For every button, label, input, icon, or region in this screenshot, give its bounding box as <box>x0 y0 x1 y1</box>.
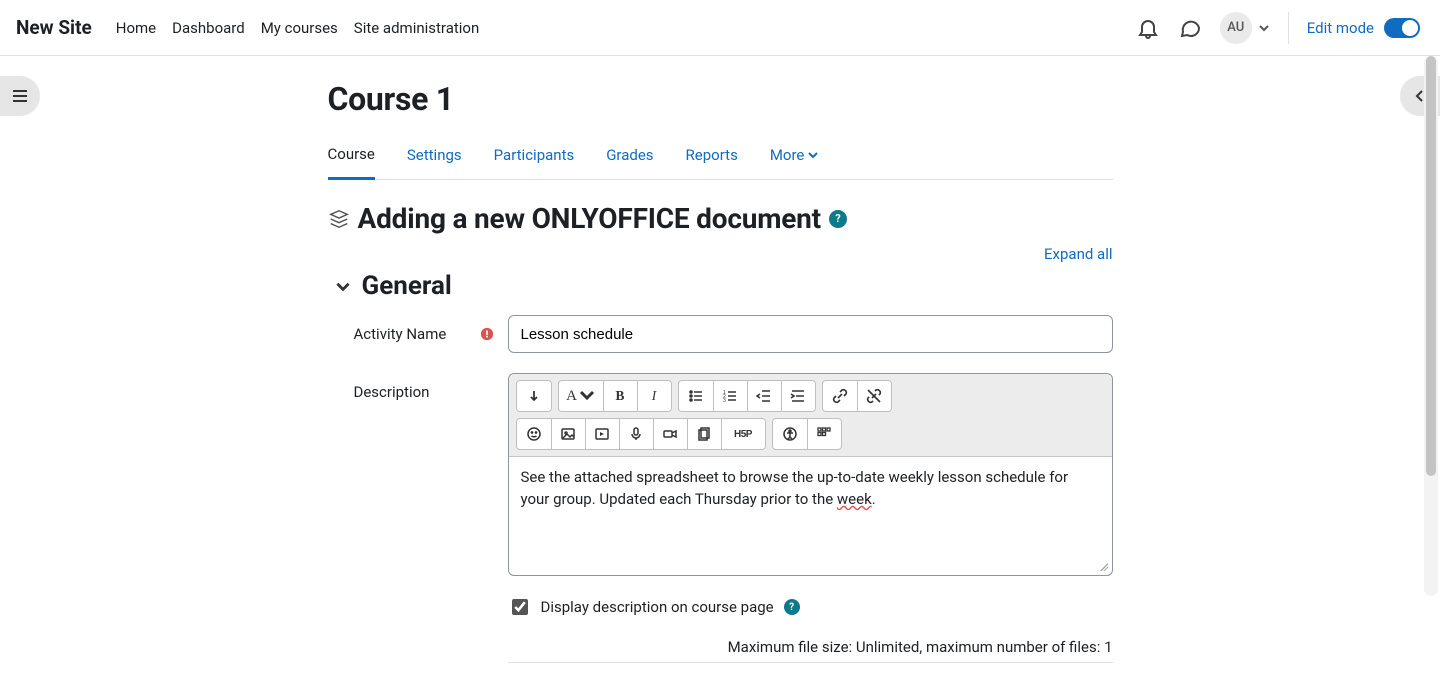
chevron-down-icon <box>334 277 352 295</box>
nav-site-admin[interactable]: Site administration <box>354 19 479 37</box>
tab-course[interactable]: Course <box>328 135 375 180</box>
description-text-spellerr: week <box>837 490 872 508</box>
activity-name-label-col: Activity Name <box>328 315 508 353</box>
activity-type-icon <box>328 208 350 230</box>
activity-name-row: Activity Name <box>328 315 1113 353</box>
tab-settings[interactable]: Settings <box>407 134 462 179</box>
numbered-list-icon[interactable]: 123 <box>713 381 747 411</box>
course-tabs: Course Settings Participants Grades Repo… <box>328 134 1113 180</box>
section-general-header[interactable]: General <box>328 271 1113 301</box>
manage-files-icon[interactable] <box>687 419 721 449</box>
required-icon <box>480 327 494 341</box>
paragraph-style-icon[interactable]: A <box>559 381 603 411</box>
user-avatar: AU <box>1220 12 1252 44</box>
edit-mode-control: Edit mode <box>1307 18 1420 38</box>
edit-mode-toggle[interactable] <box>1384 18 1420 38</box>
h5p-icon[interactable]: H5P <box>721 419 765 449</box>
bullet-list-icon[interactable] <box>679 381 713 411</box>
link-icon[interactable] <box>823 381 857 411</box>
media-icon[interactable] <box>585 419 619 449</box>
tab-participants[interactable]: Participants <box>494 134 575 179</box>
messages-icon[interactable] <box>1178 16 1202 40</box>
site-brand[interactable]: New Site <box>16 16 92 39</box>
form-heading-text: Adding a new ONLYOFFICE document <box>358 202 821 235</box>
description-text-suffix: . <box>872 490 876 508</box>
italic-icon[interactable]: I <box>637 381 671 411</box>
outdent-icon[interactable] <box>747 381 781 411</box>
record-audio-icon[interactable] <box>619 419 653 449</box>
chevron-down-icon <box>1258 22 1270 34</box>
edit-mode-label: Edit mode <box>1307 19 1374 37</box>
activity-name-label: Activity Name <box>354 325 447 343</box>
tab-more-label: More <box>770 146 805 164</box>
section-general-title: General <box>362 271 452 301</box>
display-description-label: Display description on course page <box>541 598 774 616</box>
bold-icon[interactable]: B <box>603 381 637 411</box>
nav-right: AU Edit mode <box>1136 12 1420 44</box>
help-icon[interactable]: ? <box>829 210 847 228</box>
main-container: Course 1 Course Settings Participants Gr… <box>328 56 1113 663</box>
svg-text:3: 3 <box>723 398 726 404</box>
description-label-col: Description <box>328 373 508 663</box>
help-icon[interactable]: ? <box>784 599 800 615</box>
nav-divider <box>1288 12 1289 44</box>
record-video-icon[interactable] <box>653 419 687 449</box>
tab-grades[interactable]: Grades <box>606 134 653 179</box>
unlink-icon[interactable] <box>857 381 891 411</box>
description-textarea[interactable]: See the attached spreadsheet to browse t… <box>509 457 1112 563</box>
activity-name-input-col <box>508 315 1113 353</box>
expand-all-row: Expand all <box>328 245 1113 263</box>
notifications-icon[interactable] <box>1136 16 1160 40</box>
nav-dashboard[interactable]: Dashboard <box>172 19 245 37</box>
editor-resize-handle[interactable] <box>509 563 1112 575</box>
tab-reports[interactable]: Reports <box>686 134 738 179</box>
description-text-prefix: See the attached spreadsheet to browse t… <box>521 468 1069 508</box>
display-description-checkbox[interactable] <box>512 599 528 615</box>
image-icon[interactable] <box>551 419 585 449</box>
file-upload-hint: Maximum file size: Unlimited, maximum nu… <box>508 638 1113 663</box>
emoji-icon[interactable] <box>517 419 551 449</box>
display-description-row: Display description on course page ? <box>508 596 1113 618</box>
nav-my-courses[interactable]: My courses <box>261 19 338 37</box>
nav-home[interactable]: Home <box>116 19 156 37</box>
chevron-down-icon <box>808 150 818 160</box>
description-row: Description A B I <box>328 373 1113 663</box>
primary-nav: Home Dashboard My courses Site administr… <box>116 19 480 37</box>
indent-icon[interactable] <box>781 381 815 411</box>
page-body: Course 1 Course Settings Participants Gr… <box>0 56 1440 687</box>
tab-more[interactable]: More <box>770 134 819 179</box>
toolbar-toggle-icon[interactable] <box>517 381 551 411</box>
user-menu[interactable]: AU <box>1220 12 1270 44</box>
rich-text-editor: A B I 123 <box>508 373 1113 576</box>
description-label: Description <box>354 383 430 401</box>
form-heading: Adding a new ONLYOFFICE document ? <box>328 202 1113 235</box>
description-input-col: A B I 123 <box>508 373 1113 663</box>
editor-toolbar: A B I 123 <box>509 374 1112 457</box>
activity-name-input[interactable] <box>508 315 1113 353</box>
course-title: Course 1 <box>328 80 1113 118</box>
screen-reader-helper-icon[interactable] <box>807 419 841 449</box>
top-navbar: New Site Home Dashboard My courses Site … <box>0 0 1440 56</box>
accessibility-checker-icon[interactable] <box>773 419 807 449</box>
expand-all-link[interactable]: Expand all <box>1044 245 1112 263</box>
